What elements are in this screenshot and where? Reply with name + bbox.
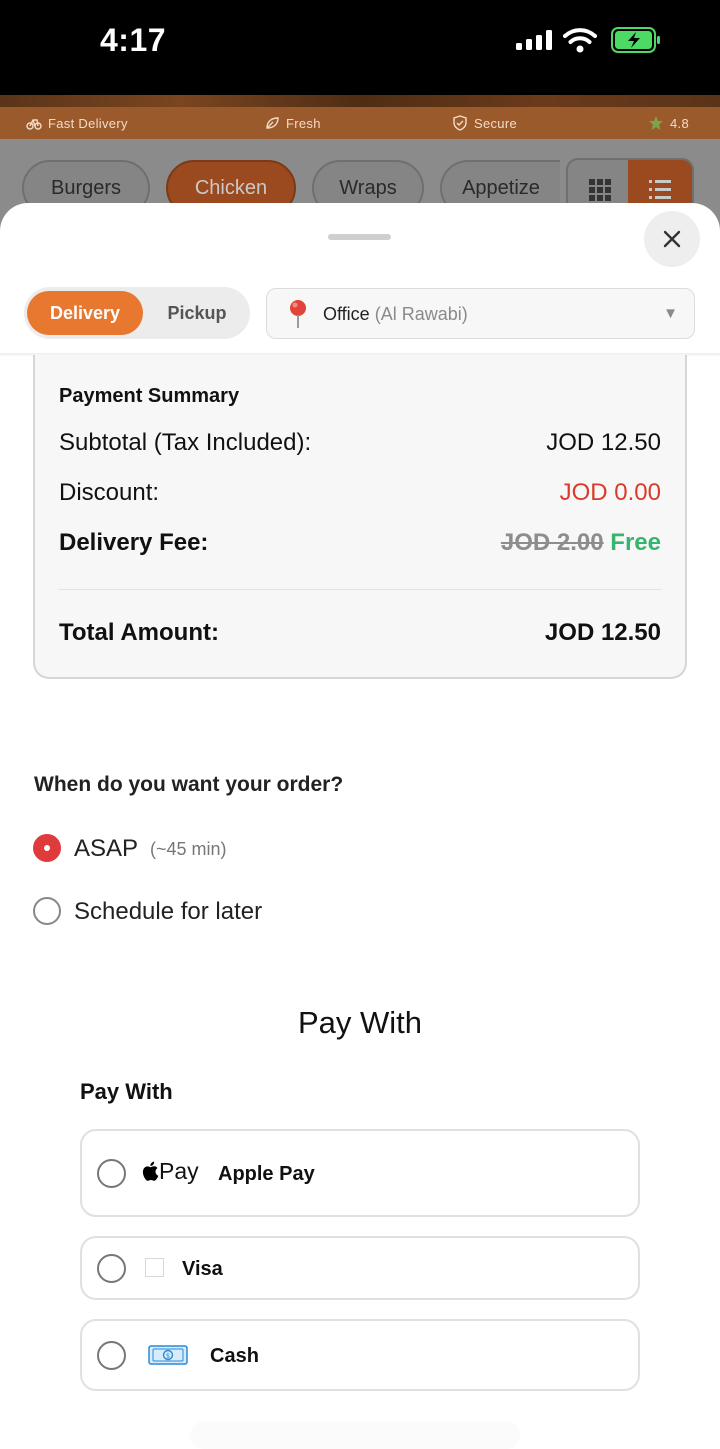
discount-row: Discount: JOD 0.00	[59, 479, 661, 509]
status-time: 4:17	[100, 22, 167, 58]
asap-label[interactable]: ASAP	[74, 835, 138, 863]
timing-title: When do you want your order?	[34, 773, 344, 796]
visa-label: Visa	[182, 1258, 223, 1280]
summary-divider	[59, 589, 661, 590]
address-text: Office (Al Rawabi)	[323, 304, 468, 325]
payment-option-cash[interactable]: $ Cash	[80, 1319, 640, 1391]
apple-pay-label: Apple Pay	[218, 1163, 315, 1185]
subtotal-label: Subtotal (Tax Included):	[59, 429, 312, 456]
hero-image	[0, 95, 720, 107]
cellular-signal-icon	[516, 30, 552, 50]
feature-label: Fresh	[286, 115, 321, 131]
location-pin-icon	[290, 300, 306, 328]
discount-value: JOD 0.00	[559, 479, 661, 506]
payment-summary-card: Payment Summary Subtotal (Tax Included):…	[33, 355, 687, 679]
asap-radio[interactable]	[33, 834, 61, 862]
battery-charging-icon	[611, 27, 660, 53]
total-value: JOD 12.50	[544, 619, 661, 646]
visa-card-icon	[145, 1258, 164, 1277]
leaf-icon	[266, 117, 279, 129]
discount-label: Discount:	[59, 479, 160, 506]
feature-strip: Fast Delivery Fresh Secure 4.8	[0, 107, 720, 139]
shield-icon	[453, 115, 467, 131]
apple-pay-radio[interactable]	[97, 1159, 126, 1188]
bottom-action-placeholder	[190, 1421, 520, 1449]
star-icon	[649, 116, 663, 130]
grid-view-icon[interactable]	[588, 178, 612, 202]
feature-fresh: Fresh	[264, 115, 321, 131]
status-bar: 4:17	[0, 0, 720, 95]
address-name: Office	[323, 304, 370, 324]
wifi-icon	[563, 28, 597, 53]
pay-with-subheading: Pay With	[80, 1079, 173, 1104]
delivery-fee-original: JOD 2.00	[500, 529, 604, 556]
schedule-radio[interactable]	[33, 897, 61, 925]
feature-label: 4.8	[670, 115, 689, 131]
total-row: Total Amount: JOD 12.50	[59, 619, 661, 649]
close-button[interactable]	[644, 211, 700, 267]
pickup-option[interactable]: Pickup	[148, 291, 246, 335]
delivery-fee-value: JOD 2.00 Free	[501, 529, 661, 557]
sheet-drag-handle[interactable]	[328, 234, 391, 240]
asap-hint: (~45 min)	[150, 839, 227, 859]
cash-label: Cash	[210, 1345, 259, 1367]
subtotal-row: Subtotal (Tax Included): JOD 12.50	[59, 429, 661, 459]
payment-option-apple-pay[interactable]: Pay Apple Pay	[80, 1129, 640, 1217]
visa-radio[interactable]	[97, 1254, 126, 1283]
total-label: Total Amount:	[59, 619, 219, 646]
pay-with-heading: Pay With	[297, 1005, 423, 1040]
bicycle-icon	[26, 119, 42, 130]
list-view-icon	[649, 180, 671, 199]
cash-radio[interactable]	[97, 1341, 126, 1370]
delivery-fee-free: Free	[610, 529, 661, 556]
feature-label: Secure	[474, 115, 517, 131]
address-selector[interactable]: Office (Al Rawabi) ▼	[266, 288, 695, 339]
order-type-toggle: Delivery Pickup	[24, 287, 250, 339]
address-detail: (Al Rawabi)	[374, 304, 468, 324]
feature-rating: 4.8	[648, 115, 689, 131]
feature-secure: Secure	[452, 115, 517, 131]
checkout-sheet: Delivery Pickup Office (Al Rawabi) ▼ Pay…	[0, 203, 720, 1449]
delivery-option[interactable]: Delivery	[27, 291, 143, 335]
delivery-fee-row: Delivery Fee: JOD 2.00 Free	[59, 529, 661, 559]
subtotal-value: JOD 12.50	[546, 429, 661, 456]
apple-pay-logo-text: Pay	[159, 1158, 199, 1184]
payment-option-visa[interactable]: Visa	[80, 1236, 640, 1300]
summary-title: Payment Summary	[59, 385, 240, 407]
dropdown-caret-icon: ▼	[663, 305, 678, 322]
close-icon	[663, 230, 681, 248]
feature-fast-delivery: Fast Delivery	[26, 115, 128, 131]
delivery-fee-label: Delivery Fee:	[59, 529, 209, 556]
apple-icon	[142, 1161, 159, 1181]
apple-pay-logo: Pay	[142, 1158, 204, 1186]
feature-label: Fast Delivery	[48, 115, 128, 131]
schedule-label[interactable]: Schedule for later	[74, 898, 262, 926]
svg-text:$: $	[166, 1352, 170, 1360]
cash-icon: $	[148, 1345, 188, 1365]
